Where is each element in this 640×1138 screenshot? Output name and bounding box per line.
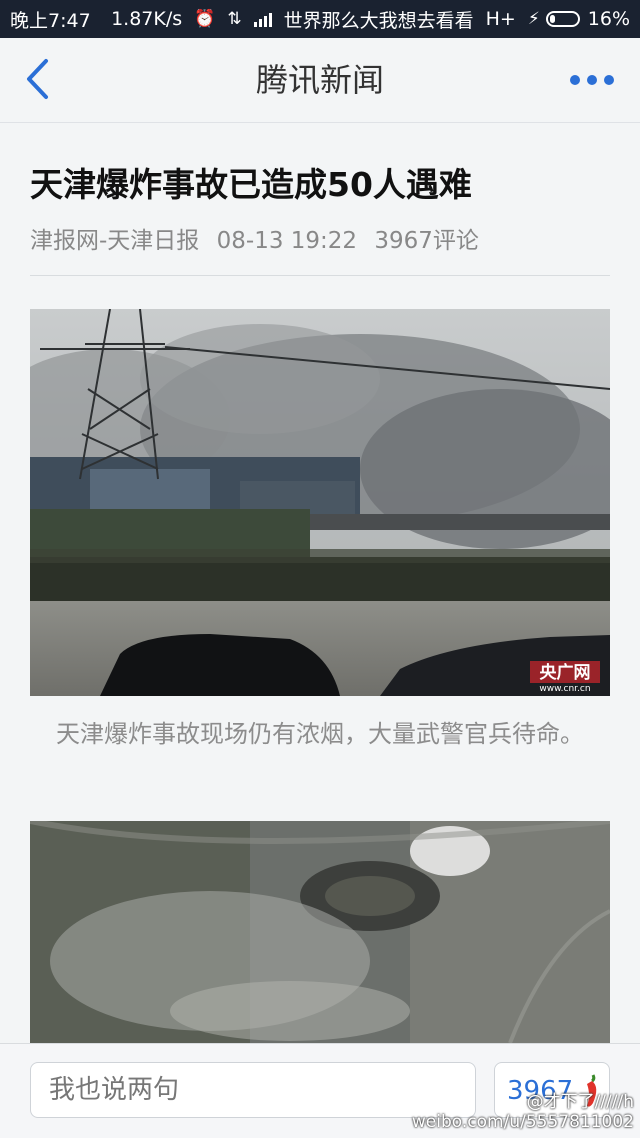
- network-type: H+: [485, 8, 516, 30]
- more-button[interactable]: [570, 68, 618, 92]
- article-photo-2[interactable]: [30, 821, 610, 1043]
- photo-logo: 央广网: [540, 662, 591, 683]
- status-bar: 晚上7:47 1.87K/s ⏰ ⇅ 世界那么大我想去看看 H+ ⚡ 16%: [0, 0, 640, 38]
- charging-icon: ⚡: [527, 9, 540, 29]
- weibo-watermark: @才下了/////h weibo.com/u/5557811002: [412, 1092, 634, 1132]
- article-meta: 津报网-天津日报 08-13 19:22 3967评论: [30, 221, 489, 255]
- carrier-name: 世界那么大我想去看看: [283, 9, 474, 32]
- article-comment-count[interactable]: 3967评论: [374, 228, 479, 254]
- battery-level: 16%: [587, 8, 630, 30]
- status-indicators: 1.87K/s ⏰ ⇅ 世界那么大我想去看看 H+ ⚡: [111, 6, 540, 33]
- watermark-url: weibo.com/u/5557811002: [411, 1112, 634, 1132]
- vibrate-icon: ⇅: [227, 9, 242, 29]
- watermark-handle: @才下了/////h: [526, 1092, 634, 1112]
- nav-header: 腾讯新闻: [0, 38, 640, 123]
- article-title: 天津爆炸事故已造成50人遇难: [30, 165, 472, 204]
- article-datetime: 08-13 19:22: [216, 228, 358, 254]
- photo-logo-url: www.cnr.cn: [539, 684, 590, 694]
- aerial-scene: [30, 821, 610, 1043]
- comment-input[interactable]: 我也说两句: [30, 1062, 476, 1118]
- signal-icon: [253, 11, 272, 27]
- article-photo-1[interactable]: 央广网 www.cnr.cn: [30, 309, 610, 696]
- status-time: 晚上7:47: [10, 9, 91, 32]
- more-dots-icon: [570, 75, 580, 85]
- divider: [30, 275, 610, 276]
- alarm-icon: ⏰: [194, 9, 216, 29]
- page-title: 腾讯新闻: [255, 61, 384, 99]
- photo-caption: 天津爆炸事故现场仍有浓烟，大量武警官兵待命。: [56, 720, 584, 748]
- article-source[interactable]: 津报网-天津日报: [30, 228, 199, 254]
- network-speed: 1.87K/s: [111, 8, 183, 30]
- photo-scene: 央广网 www.cnr.cn: [30, 309, 610, 696]
- battery-icon: [545, 11, 580, 27]
